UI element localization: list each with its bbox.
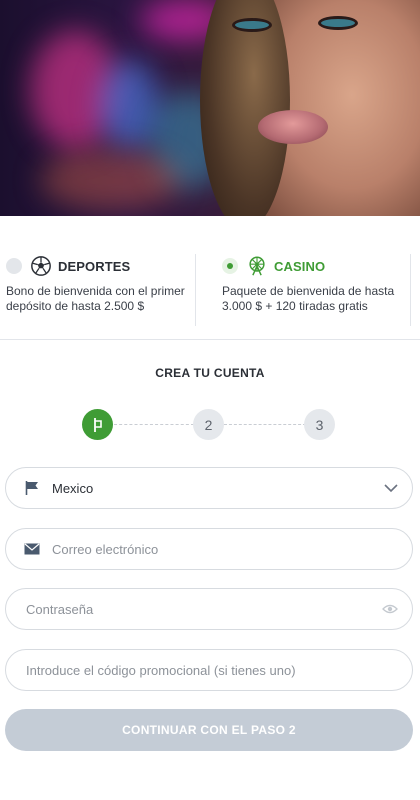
password-field[interactable]: Contraseña xyxy=(5,588,413,630)
bonus-title-casino: CASINO xyxy=(274,258,326,274)
step-connector xyxy=(224,424,306,425)
country-value: Mexico xyxy=(52,480,94,496)
continue-step-2-button[interactable]: CONTINUAR CON EL PASO 2 xyxy=(5,709,413,751)
step-1-flag-icon xyxy=(93,417,102,432)
step-1-current xyxy=(82,409,113,440)
step-indicator: 2 3 xyxy=(82,409,336,441)
bonus-option-sports[interactable]: DEPORTES Bono de bienvenida con el prime… xyxy=(6,252,194,328)
bonus-divider xyxy=(195,254,196,326)
eye-icon[interactable] xyxy=(382,603,398,615)
ferris-wheel-icon xyxy=(249,256,265,276)
bonus-description-sports: Bono de bienvenida con el primer depósit… xyxy=(6,284,185,313)
bonus-description-casino: Paquete de bienvenida de hasta 3.000 $ +… xyxy=(222,284,395,313)
flag-icon xyxy=(24,480,40,496)
bonus-radio-sports[interactable] xyxy=(6,258,22,274)
bonus-title-sports: DEPORTES xyxy=(58,258,131,274)
bonus-divider-right xyxy=(410,254,411,326)
country-select[interactable]: Mexico xyxy=(5,467,413,509)
register-title: CREA TU CUENTA xyxy=(155,366,265,380)
soccer-ball-icon xyxy=(31,256,51,276)
bonus-option-casino[interactable]: CASINO Paquete de bienvenida de hasta 3.… xyxy=(222,252,410,328)
hero-banner-image xyxy=(0,0,420,216)
email-placeholder: Correo electrónico xyxy=(52,541,159,557)
email-field[interactable]: Correo electrónico xyxy=(5,528,413,570)
bonus-radio-casino[interactable] xyxy=(222,258,238,274)
envelope-icon xyxy=(24,541,40,557)
step-2: 2 xyxy=(193,409,224,440)
password-placeholder: Contraseña xyxy=(26,601,94,617)
chevron-down-icon xyxy=(384,483,398,493)
step-connector xyxy=(114,424,194,425)
bonus-selector: DEPORTES Bono de bienvenida con el prime… xyxy=(0,240,420,340)
step-3: 3 xyxy=(304,409,335,440)
promo-code-placeholder: Introduce el código promocional (si tien… xyxy=(26,662,296,678)
promo-code-field[interactable]: Introduce el código promocional (si tien… xyxy=(5,649,413,691)
